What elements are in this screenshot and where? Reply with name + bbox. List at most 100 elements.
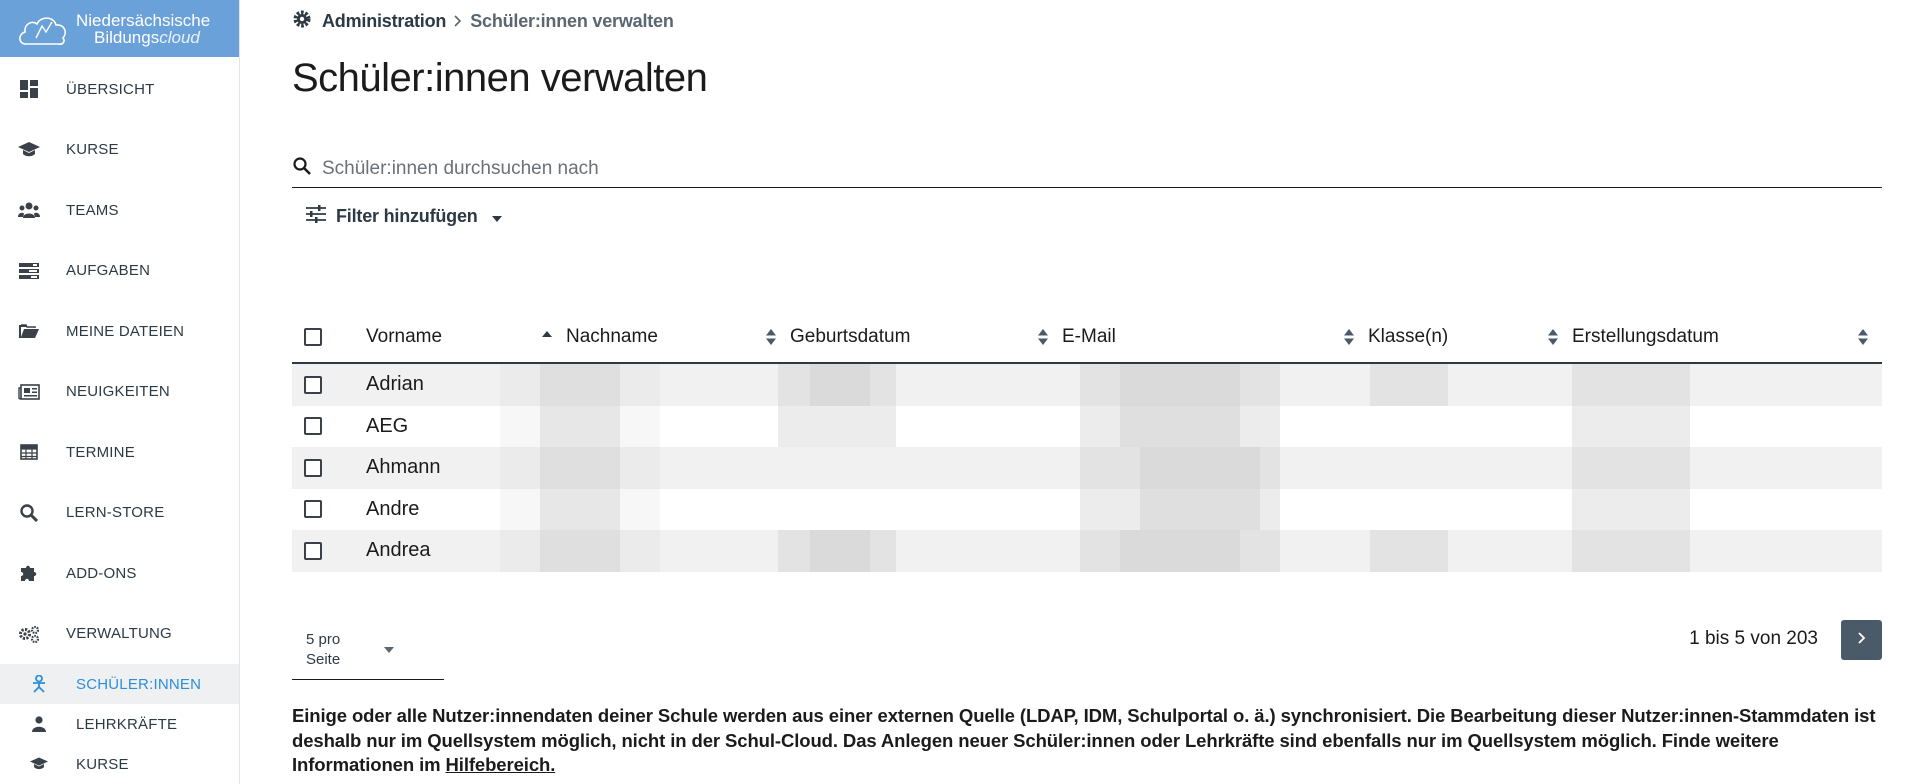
redacted-cells (500, 364, 1882, 406)
table-row[interactable]: Andre (292, 488, 1882, 530)
col-email[interactable]: E-Mail (1062, 312, 1368, 362)
calendar-icon (18, 441, 40, 463)
per-page-line2: Seite (306, 651, 341, 668)
nav-item-verwaltung[interactable]: VERWALTUNG (0, 604, 239, 665)
col-nachname[interactable]: Nachname (566, 312, 790, 362)
table-body: Adrian AEG Ahmann Andre Andrea (292, 364, 1882, 572)
logo-line1: Niedersächsische (76, 10, 211, 30)
sub-item-lehrkraefte[interactable]: LEHRKRÄFTE (0, 704, 239, 744)
sub-label: LEHRKRÄFTE (76, 715, 178, 733)
search-input[interactable] (322, 157, 1822, 180)
students-table: Vorname Nachname Geburtsdatum E-Mail Kla… (292, 312, 1882, 572)
table-header: Vorname Nachname Geburtsdatum E-Mail Kla… (292, 312, 1882, 364)
next-page-button[interactable] (1841, 620, 1882, 660)
nav-item-uebersicht[interactable]: ÜBERSICHT (0, 59, 239, 120)
nav-item-aufgaben[interactable]: AUFGABEN (0, 241, 239, 302)
sub-label: SCHÜLER:INNEN (76, 675, 202, 693)
graduation-cap-icon (30, 755, 48, 773)
breadcrumb-administration[interactable]: Administration (322, 11, 446, 32)
nav-item-neuigkeiten[interactable]: NEUIGKEITEN (0, 362, 239, 423)
cell-vorname: Andrea (366, 539, 431, 562)
logo[interactable]: Niedersächsische Bildungscloud (0, 0, 239, 57)
redacted-cells (500, 405, 1882, 447)
nav-label: AUFGABEN (66, 262, 151, 280)
newspaper-icon (18, 381, 40, 403)
caret-down-icon (384, 640, 394, 658)
admin-subnav: SCHÜLER:INNEN LEHRKRÄFTE KURSE (0, 664, 239, 784)
gears-icon (18, 623, 40, 645)
row-checkbox[interactable] (304, 500, 322, 519)
col-vorname[interactable]: Vorname (366, 312, 566, 362)
sub-item-schueler[interactable]: SCHÜLER:INNEN (0, 664, 239, 704)
sub-label: KURSE (76, 755, 129, 773)
nav-item-add-ons[interactable]: ADD-ONS (0, 543, 239, 604)
nav-label: TERMINE (66, 443, 135, 461)
cell-vorname: AEG (366, 414, 409, 437)
nav-label: MEINE DATEIEN (66, 322, 185, 340)
puzzle-icon (18, 562, 40, 584)
redacted-cells (500, 488, 1882, 530)
col-geburtsdatum[interactable]: Geburtsdatum (790, 312, 1062, 362)
breadcrumb: Administration Schüler:innen verwalten (292, 0, 1882, 42)
nav-item-teams[interactable]: TEAMS (0, 180, 239, 241)
col-label: Nachname (566, 326, 658, 347)
nav-label: NEUIGKEITEN (66, 383, 170, 401)
breadcrumb-current: Schüler:innen verwalten (470, 10, 674, 31)
sort-icon (1038, 329, 1048, 351)
sort-icon (1548, 329, 1558, 351)
sort-icon (1344, 329, 1354, 351)
row-checkbox[interactable] (304, 417, 322, 436)
col-label: Vorname (366, 326, 443, 347)
chevron-right-icon (1857, 631, 1866, 649)
dashboard-icon (18, 78, 40, 100)
row-checkbox[interactable] (304, 375, 322, 394)
search-icon (18, 502, 40, 524)
main-nav: ÜBERSICHT KURSE TEAMS AUFGABEN MEINE DAT… (0, 59, 239, 664)
col-label: Erstellungsdatum (1572, 326, 1719, 347)
add-filter-button[interactable]: Filter hinzufügen (306, 205, 502, 228)
per-page-select[interactable]: 5 pro Seite (292, 620, 444, 680)
nav-label: ÜBERSICHT (66, 80, 155, 98)
nav-item-kurse[interactable]: KURSE (0, 120, 239, 181)
col-erstellungsdatum[interactable]: Erstellungsdatum (1572, 312, 1882, 362)
col-label: Klasse(n) (1368, 326, 1449, 347)
filter-label: Filter hinzufügen (336, 206, 478, 226)
cell-vorname: Adrian (366, 373, 424, 396)
table-row[interactable]: AEG (292, 405, 1882, 447)
help-link[interactable]: Hilfebereich. (446, 754, 556, 775)
col-klassen[interactable]: Klasse(n) (1368, 312, 1572, 362)
nav-item-termine[interactable]: TERMINE (0, 422, 239, 483)
sort-icon (1858, 329, 1868, 351)
logo-text: Niedersächsische Bildungscloud (76, 12, 210, 46)
search-icon (292, 156, 312, 181)
nav-item-lern-store[interactable]: LERN-STORE (0, 483, 239, 544)
logo-line2b: cloud (159, 27, 200, 47)
nav-label: ADD-ONS (66, 564, 137, 582)
sort-icon (766, 329, 776, 351)
nav-label: TEAMS (66, 201, 119, 219)
col-label: Geburtsdatum (790, 326, 911, 347)
nav-label: VERWALTUNG (66, 625, 172, 643)
sub-item-kurse[interactable]: KURSE (0, 744, 239, 784)
pagination-info: 1 bis 5 von 203 (1689, 628, 1818, 649)
sort-asc-icon (542, 329, 552, 351)
gear-icon (292, 9, 312, 34)
table-row[interactable]: Adrian (292, 364, 1882, 406)
graduation-cap-icon (18, 139, 40, 161)
tasks-icon (18, 260, 40, 282)
row-checkbox[interactable] (304, 541, 322, 560)
chevron-right-icon (454, 11, 462, 32)
student-icon (30, 675, 48, 693)
cell-vorname: Andre (366, 497, 420, 520)
select-all-checkbox[interactable] (304, 328, 322, 346)
nav-item-meine-dateien[interactable]: MEINE DATEIEN (0, 301, 239, 362)
cloud-logo-icon (19, 16, 66, 45)
nav-label: KURSE (66, 141, 119, 159)
table-row[interactable]: Ahmann (292, 447, 1882, 489)
nav-label: LERN-STORE (66, 504, 165, 522)
logo-line2a: Bildungs (94, 27, 160, 47)
row-checkbox[interactable] (304, 458, 322, 477)
page-title: Schüler:innen verwalten (292, 56, 708, 100)
table-row[interactable]: Andrea (292, 530, 1882, 572)
per-page-line1: 5 pro (306, 631, 341, 648)
